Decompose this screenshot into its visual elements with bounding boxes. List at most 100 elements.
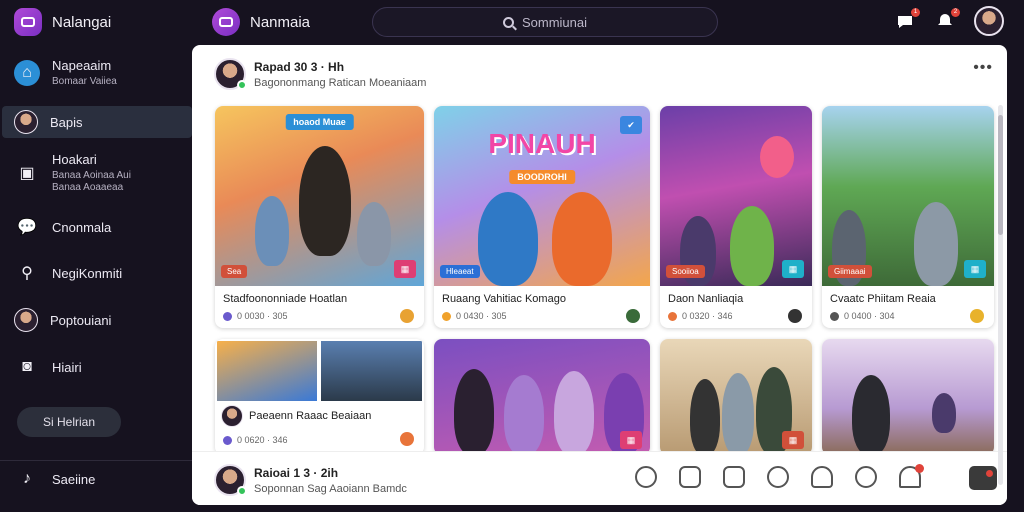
music-icon: ♪	[23, 470, 31, 487]
card-figure	[255, 196, 289, 266]
emoji-icon[interactable]	[767, 466, 789, 488]
comment-icon[interactable]	[723, 466, 745, 488]
card-title: Cvaatc Phiitam Reaia	[830, 293, 936, 305]
home-icon: ⌂	[14, 59, 40, 86]
card-figure	[914, 202, 958, 286]
bottom-post-header: Raioai 1 3 · 2ih Soponnan Sag Aaoiann Ba…	[214, 464, 407, 496]
sidebar-pill-button[interactable]: Si Helrian	[17, 407, 121, 437]
bottom-post-author[interactable]: Raioai 1 3 · 2ih	[254, 466, 407, 480]
sidebar-item-7[interactable]: ♪ Saeiine	[14, 466, 95, 492]
app2-name: Nanmaia	[250, 13, 311, 31]
sidebar-item-5[interactable]: Poptouiani	[14, 308, 111, 332]
card-thumbnail: Giimaaai ▦	[822, 106, 994, 286]
card-thumbnail: PINAUH BOODROHI Hleaeat ✔	[434, 106, 650, 286]
heart-icon[interactable]	[635, 466, 657, 488]
stat-icon	[830, 311, 839, 321]
card-overlay-title: hoaod Muae	[285, 114, 354, 130]
media-card[interactable]: Paeaenn Raaac Beaiaan 0 0620 · 346	[215, 339, 424, 455]
card-figure	[730, 206, 774, 286]
bell-icon[interactable]: 2	[934, 8, 960, 32]
share-icon[interactable]	[679, 466, 701, 488]
post-header: Rapad 30 3 · Hh Bagononmang Ratican Moea…	[214, 58, 426, 90]
card-stats: 0 0400 · 304	[830, 311, 895, 321]
more-options-icon[interactable]: •••	[973, 59, 993, 77]
sidebar-item-sub: Bomaar Vaiiea	[52, 76, 117, 87]
sidebar-item-4[interactable]: ⚲ NegiKonmiti	[14, 260, 122, 286]
stat-icon	[223, 311, 232, 321]
card-figure	[722, 373, 754, 455]
card-overlay-title: PINAUH	[488, 128, 596, 159]
sidebar-item-sub2: Banaa Aoaaeaa	[52, 182, 124, 193]
scrollbar[interactable]	[998, 105, 1003, 485]
app-switcher[interactable]: Nanmaia	[212, 8, 310, 36]
user-avatar	[14, 110, 38, 134]
reaction-icon[interactable]	[788, 309, 802, 323]
profile-avatar[interactable]	[974, 6, 1004, 36]
card-stats-text: 0 0320 · 346	[682, 311, 733, 321]
card-thumbnail	[321, 341, 422, 401]
chat-icon: 💬	[17, 219, 37, 236]
reaction-icon[interactable]	[400, 309, 414, 323]
card-thumbnail: Sooiioa ▦	[660, 106, 812, 286]
sidebar-item-6[interactable]: ◙ Hiairi	[14, 354, 81, 380]
feed-panel: Rapad 30 3 · Hh Bagononmang Ratican Moea…	[192, 45, 1007, 505]
media-card[interactable]: Sooiioa ▦ Daon Nanliaqia 0 0320 · 346	[660, 106, 812, 328]
online-indicator	[237, 486, 247, 496]
media-image[interactable]: ▦	[660, 339, 812, 455]
twitter-icon: ✔	[620, 116, 642, 134]
online-indicator	[237, 80, 247, 90]
search-icon[interactable]	[855, 466, 877, 488]
bottom-post-bar: Raioai 1 3 · 2ih Soponnan Sag Aaoiann Ba…	[192, 451, 1007, 505]
sidebar-item-label: Saeiine	[52, 471, 96, 487]
bottom-post-meta: Soponnan Sag Aaoiann Bamdc	[254, 482, 407, 495]
media-card[interactable]: Giimaaai ▦ Cvaatc Phiitam Reaia 0 0400 ·…	[822, 106, 994, 328]
card-figure	[690, 379, 720, 455]
app-logo-icon	[14, 8, 42, 36]
scrollbar-thumb[interactable]	[998, 115, 1003, 235]
media-image[interactable]: ▦	[434, 339, 650, 455]
sidebar-item-label: Hoakari	[52, 152, 97, 167]
top-actions: 1 2	[894, 6, 1004, 36]
balloon-icon	[760, 136, 794, 178]
save-icon[interactable]	[811, 466, 833, 488]
reaction-icon[interactable]	[626, 309, 640, 323]
sidebar-item-2[interactable]: ▣ Hoakari Banaa Aoinaa Aui Banaa Aoaaeaa	[14, 152, 131, 193]
card-thumbnail: hoaod Muae Sea ▦	[215, 106, 424, 286]
friend-avatar	[14, 308, 38, 332]
stat-icon	[223, 435, 232, 445]
bell-badge: 2	[951, 8, 960, 17]
card-title: Daon Nanliaqia	[668, 293, 744, 305]
reaction-icon[interactable]	[400, 432, 414, 446]
brand[interactable]: Nalangai	[14, 8, 111, 36]
card-figure	[504, 375, 544, 455]
card-figure	[478, 192, 538, 286]
sidebar-item-3[interactable]: 💬 Cnonmala	[14, 214, 111, 240]
media-image[interactable]	[822, 339, 994, 455]
media-card[interactable]: hoaod Muae Sea ▦ Stadfoononniade Hoatlan…	[215, 106, 424, 328]
post-author[interactable]: Rapad 30 3 · Hh	[254, 60, 426, 74]
grid-icon: ▣	[19, 164, 35, 182]
card-corner-badge: ▦	[394, 260, 416, 278]
card-figure	[552, 192, 612, 286]
messages-badge: 1	[911, 8, 920, 17]
profile-icon[interactable]	[899, 464, 924, 488]
sidebar-item-1[interactable]: Bapis	[2, 106, 192, 138]
card-stats: 0 0030 · 305	[223, 311, 288, 321]
messages-icon[interactable]: 1	[894, 8, 920, 32]
bottom-author-avatar[interactable]	[214, 464, 247, 496]
card-corner-badge: ▦	[782, 260, 804, 278]
card-stats-text: 0 0400 · 304	[844, 311, 895, 321]
reaction-icon[interactable]	[970, 309, 984, 323]
card-badge: Sooiioa	[666, 265, 705, 278]
sidebar-item-0[interactable]: ⌂ Napeaaim Bomaar Vaiiea	[14, 58, 117, 87]
card-overlay-subtitle: BOODROHI	[509, 170, 575, 184]
card-corner-badge: ▦	[782, 431, 804, 449]
card-stats-text: 0 0030 · 305	[237, 311, 288, 321]
post-author-avatar[interactable]	[214, 58, 247, 90]
sidebar-item-label: Bapis	[50, 114, 83, 130]
sidebar-item-sub: Banaa Aoinaa Aui	[52, 170, 131, 181]
profile-badge	[915, 464, 924, 473]
search-input[interactable]: Sommiunai	[372, 7, 718, 37]
media-card[interactable]: PINAUH BOODROHI Hleaeat ✔ Ruaang Vahitia…	[434, 106, 650, 328]
notification-button[interactable]	[969, 466, 997, 490]
